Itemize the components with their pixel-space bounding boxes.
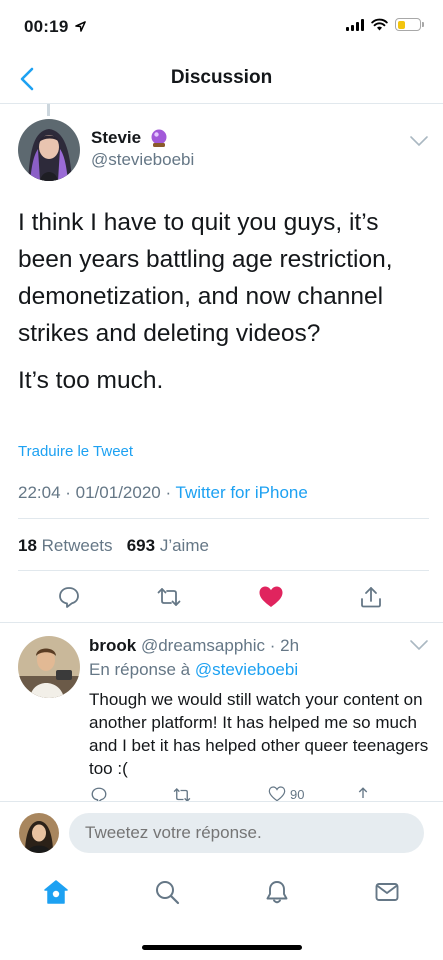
current-user-avatar[interactable] <box>19 813 59 853</box>
nav-header: Discussion <box>0 52 443 104</box>
reply-time: · 2h <box>265 636 300 655</box>
tweet-timestamp: 22:04 · 01/01/2020 · <box>18 483 176 502</box>
reply-actions: 90 <box>0 784 443 802</box>
author-avatar[interactable] <box>18 119 80 181</box>
reply-like-button[interactable]: 90 <box>268 786 304 802</box>
reply-to-handle[interactable]: @stevieboebi <box>195 660 298 679</box>
tab-messages[interactable] <box>370 875 404 909</box>
tweet-client-link[interactable]: Twitter for iPhone <box>176 483 308 502</box>
status-bar: 00:19 <box>0 0 443 50</box>
thread-connector-line <box>47 104 50 116</box>
heart-icon <box>259 586 283 607</box>
messages-icon <box>375 883 399 901</box>
reply-author-handle[interactable]: @dreamsapphic <box>141 636 265 655</box>
crystal-ball-icon <box>151 129 167 147</box>
divider <box>18 570 429 571</box>
tweet-paragraph: It’s too much. <box>18 367 164 394</box>
reply-likes-count: 90 <box>290 786 305 802</box>
heart-outline-icon <box>268 786 286 802</box>
tab-search[interactable] <box>150 875 184 909</box>
reply-to-prefix: En réponse à <box>89 660 195 679</box>
translate-tweet-link[interactable]: Traduire le Tweet <box>18 443 133 460</box>
tab-notifications[interactable] <box>260 875 294 909</box>
share-icon <box>358 787 368 798</box>
home-indicator[interactable] <box>142 945 302 950</box>
reply-share-button[interactable] <box>354 786 372 802</box>
reply-text: Though we would still watch your content… <box>89 690 429 778</box>
home-icon <box>44 880 68 904</box>
reply-compose-input[interactable] <box>69 813 424 853</box>
reply-button[interactable] <box>54 582 84 612</box>
status-indicators <box>346 18 424 31</box>
share-button[interactable] <box>356 582 386 612</box>
reply-header: brook @dreamsapphic · 2h <box>89 636 299 656</box>
wifi-icon <box>371 18 388 31</box>
battery-icon <box>395 18 424 31</box>
divider <box>18 518 429 519</box>
retweet-icon <box>157 588 181 606</box>
reply-author-name[interactable]: brook <box>89 636 136 655</box>
retweets-stat[interactable]: 18 Retweets <box>18 536 113 555</box>
page-title: Discussion <box>170 67 273 88</box>
author-name[interactable]: Stevie <box>91 128 169 148</box>
retweet-button[interactable] <box>154 582 184 612</box>
reply-options-button[interactable] <box>409 638 429 654</box>
like-button[interactable] <box>256 582 286 612</box>
reply-reply-button[interactable] <box>90 786 108 802</box>
likes-stat[interactable]: 693 J’aime <box>127 536 209 555</box>
cellular-signal-icon <box>346 18 364 31</box>
tweet-stats: 18 Retweets 693 J’aime <box>18 536 209 556</box>
divider <box>0 622 443 623</box>
reply-icon <box>59 587 79 608</box>
reply-to-line: En réponse à @stevieboebi <box>89 660 298 680</box>
author-handle[interactable]: @stevieboebi <box>91 150 194 170</box>
notifications-icon <box>266 881 288 904</box>
reply-icon <box>91 787 107 802</box>
search-icon <box>156 881 180 905</box>
location-arrow-icon <box>75 21 87 32</box>
tweet-actions <box>0 582 443 622</box>
compose-bar <box>0 801 443 863</box>
chevron-down-icon <box>410 640 428 651</box>
tweet-paragraph: I think I have to quit you guys, it’s be… <box>18 209 393 347</box>
tweet-options-button[interactable] <box>409 134 429 150</box>
retweet-icon <box>173 788 191 802</box>
tab-bar <box>0 863 443 923</box>
share-icon <box>361 587 381 608</box>
tab-home[interactable] <box>39 875 73 909</box>
tweet-metadata: 22:04 · 01/01/2020 · Twitter for iPhone <box>18 483 308 503</box>
reply-author-avatar[interactable] <box>18 636 80 698</box>
tweet-text: I think I have to quit you guys, it’s be… <box>18 204 428 409</box>
chevron-down-icon <box>410 136 428 147</box>
reply-retweet-button[interactable] <box>172 786 192 802</box>
status-time: 00:19 <box>24 17 87 37</box>
